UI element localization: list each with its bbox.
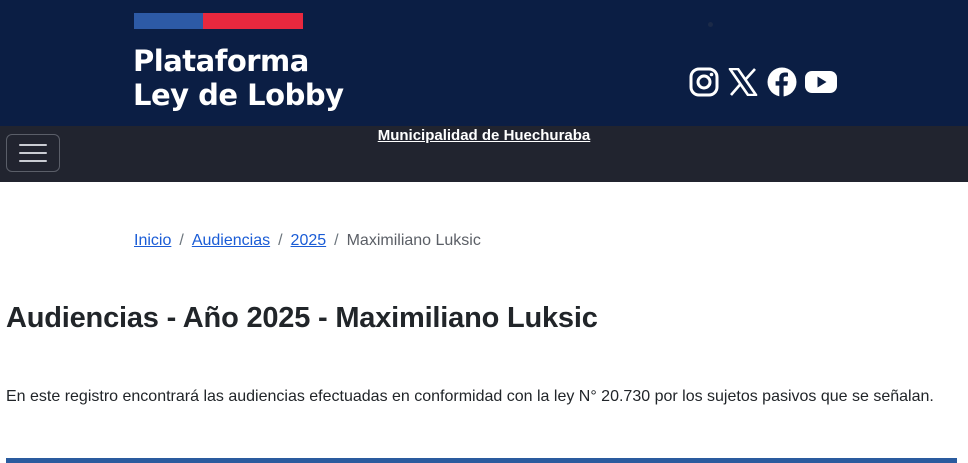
youtube-icon[interactable] (805, 64, 837, 100)
section-accent-bar (6, 458, 957, 463)
flag-red-stripe (203, 13, 303, 29)
breadcrumb-link-year[interactable]: 2025 (291, 232, 327, 250)
site-header: Plataforma Ley de Lobby (0, 0, 968, 126)
flag-bar (134, 13, 303, 29)
brand-line-1: Plataforma (133, 44, 309, 78)
x-icon[interactable] (727, 64, 759, 100)
municipality-link[interactable]: Municipalidad de Huechuraba (0, 127, 968, 144)
page-description: En este registro encontrará las audienci… (6, 388, 934, 405)
flag-blue-stripe (134, 13, 203, 29)
breadcrumb-link-audiencias[interactable]: Audiencias (192, 232, 270, 250)
page-title: Audiencias - Año 2025 - Maximiliano Luks… (6, 302, 598, 334)
breadcrumb-separator: / (334, 232, 339, 249)
brand-line-2: Ley de Lobby (133, 78, 344, 112)
breadcrumb-current: Maximiliano Luksic (346, 232, 481, 249)
breadcrumb-link-inicio[interactable]: Inicio (134, 232, 171, 250)
instagram-icon[interactable] (688, 64, 720, 100)
brand-logo[interactable]: Plataforma Ley de Lobby (133, 44, 344, 112)
navbar: Municipalidad de Huechuraba (0, 126, 968, 182)
breadcrumb-separator: / (179, 232, 184, 249)
social-links (688, 64, 837, 100)
breadcrumb: Inicio / Audiencias / 2025 / Maximiliano… (134, 232, 481, 250)
decorative-dot (708, 22, 713, 27)
breadcrumb-separator: / (278, 232, 283, 249)
facebook-icon[interactable] (766, 64, 798, 100)
